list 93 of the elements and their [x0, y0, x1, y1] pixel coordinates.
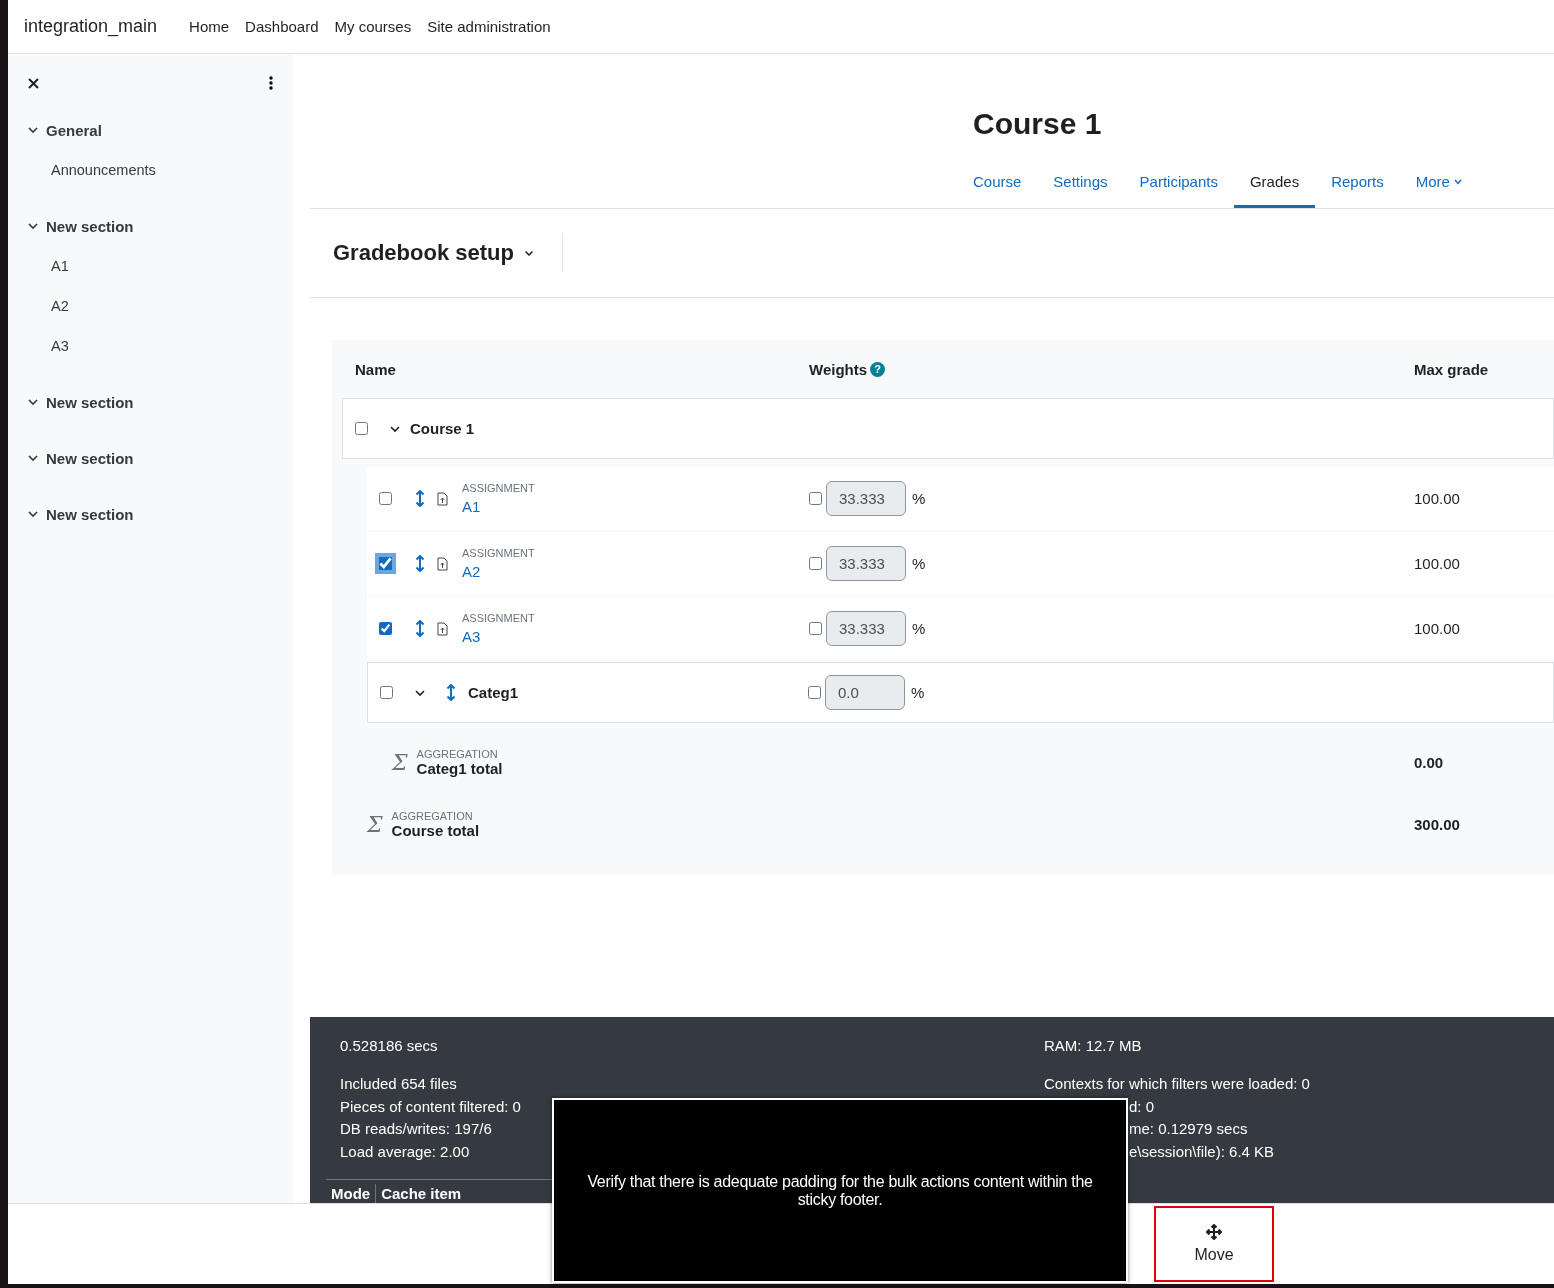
site-name[interactable]: integration_main — [24, 16, 158, 37]
weight-override-checkbox[interactable] — [808, 686, 821, 699]
footer-text: Contexts for which filters were loaded: 0 — [1044, 1074, 1311, 1094]
caret-icon — [523, 249, 534, 257]
tab[interactable]: Grades — [1233, 161, 1316, 208]
up-down-arrow-icon[interactable] — [446, 684, 456, 701]
chevron-down-icon[interactable] — [415, 687, 425, 698]
footer-text: Included 654 files — [340, 1074, 458, 1094]
section-title[interactable]: New section — [46, 449, 134, 467]
sidebar-item[interactable]: A1 — [51, 258, 69, 274]
footer-text: e\session\file): 6.4 KB — [1128, 1141, 1276, 1162]
weight-field[interactable]: 33.333 — [826, 611, 906, 646]
up-down-arrow-icon[interactable] — [415, 620, 425, 637]
percent-label: % — [912, 555, 926, 572]
gradebook-setup-dropdown[interactable]: Gradebook setup — [333, 234, 563, 272]
footer-text: DB reads/writes: 197/6 — [340, 1119, 493, 1139]
item-type-label: ASSIGNMENT — [462, 482, 535, 494]
item-link[interactable]: A2 — [462, 563, 535, 580]
section-title[interactable]: New section — [46, 217, 134, 235]
sigma-icon: Σ — [392, 749, 408, 775]
nav-link[interactable]: Home — [189, 18, 230, 35]
item-link[interactable]: A3 — [462, 628, 535, 645]
help-icon[interactable]: ? — [870, 361, 886, 377]
tab[interactable]: Participants — [1123, 161, 1234, 208]
max-grade: 100.00 — [1414, 555, 1461, 572]
total-name: Course total — [391, 821, 480, 839]
chevron-down-icon[interactable] — [28, 453, 38, 463]
checkbox[interactable] — [355, 422, 368, 435]
percent-label: % — [912, 620, 926, 637]
move-button[interactable]: Move — [1154, 1206, 1274, 1282]
item-link[interactable]: A1 — [462, 498, 535, 515]
kebab-menu-icon[interactable] — [269, 76, 273, 90]
item-type-label: AGGREGATION — [391, 809, 474, 822]
footer-text: 0.528186 secs — [340, 1035, 439, 1056]
chevron-down-icon[interactable] — [28, 397, 38, 407]
sidebar-item[interactable]: A2 — [51, 298, 69, 314]
tab[interactable]: Settings — [1037, 161, 1124, 208]
percent-label: % — [912, 490, 926, 507]
popup-message: Verify that there is adequate padding for the bulk actions content within the sticky footer. — [552, 1098, 1128, 1283]
tab[interactable]: More — [1399, 161, 1478, 208]
footer-text: RAM: 12.7 MB — [1044, 1035, 1143, 1056]
footer-text: Load average: 2.00 — [340, 1141, 471, 1162]
column-header: Name — [355, 360, 396, 378]
weight-override-checkbox[interactable] — [809, 492, 822, 505]
sidebar-item[interactable]: A3 — [51, 338, 69, 354]
item-type-label: ASSIGNMENT — [462, 612, 535, 624]
sigma-icon: Σ — [367, 811, 383, 837]
file-icon — [437, 621, 448, 636]
file-icon — [437, 491, 448, 506]
up-down-arrow-icon[interactable] — [415, 555, 425, 572]
weight-field[interactable]: 33.333 — [826, 481, 906, 516]
max-grade: 300.00 — [1414, 815, 1461, 833]
course-title: Course 1 — [973, 107, 1103, 141]
checkbox[interactable] — [380, 686, 393, 699]
column-header: Max grade — [1414, 360, 1489, 378]
chevron-down-icon[interactable] — [28, 509, 38, 519]
category-name: Categ1 — [468, 684, 519, 701]
weight-field[interactable]: 33.333 — [826, 546, 906, 581]
category-name: Course 1 — [410, 420, 475, 437]
section-title[interactable]: New section — [46, 505, 134, 523]
close-icon[interactable] — [28, 77, 39, 89]
footer-text: me: 0.12979 secs — [1128, 1119, 1249, 1139]
nav-link[interactable]: My courses — [334, 18, 412, 35]
total-name: Categ1 total — [416, 759, 503, 777]
chevron-down-icon[interactable] — [28, 125, 38, 135]
chevron-down-icon[interactable] — [390, 423, 400, 434]
checkbox[interactable] — [379, 492, 392, 505]
footer-text: d: 0 — [1128, 1096, 1156, 1117]
weight-override-checkbox[interactable] — [809, 557, 822, 570]
max-grade: 100.00 — [1414, 490, 1461, 507]
percent-label: % — [911, 684, 925, 701]
item-type-label: ASSIGNMENT — [462, 547, 535, 559]
checkbox[interactable] — [377, 555, 394, 572]
tab[interactable]: Reports — [1315, 161, 1400, 208]
section-title[interactable]: General — [46, 121, 102, 139]
max-grade: 0.00 — [1414, 753, 1445, 771]
item-type-label: AGGREGATION — [416, 747, 499, 760]
weight-field[interactable]: 0.0 — [825, 675, 905, 710]
move-icon — [1206, 1224, 1222, 1240]
column-header: Weights — [809, 360, 868, 378]
file-icon — [437, 556, 448, 571]
weight-override-checkbox[interactable] — [809, 622, 822, 635]
column-header: Cache item — [380, 1184, 463, 1204]
nav-link[interactable]: Site administration — [427, 18, 551, 35]
checkbox[interactable] — [379, 622, 392, 635]
section-title[interactable]: New section — [46, 393, 134, 411]
nav-link[interactable]: Dashboard — [245, 18, 319, 35]
up-down-arrow-icon[interactable] — [415, 490, 425, 507]
tab[interactable]: Course — [957, 161, 1038, 208]
sidebar-item[interactable]: Announcements — [51, 162, 156, 178]
chevron-down-icon[interactable] — [28, 221, 38, 231]
max-grade: 100.00 — [1414, 620, 1461, 637]
footer-text: Pieces of content filtered: 0 — [340, 1096, 522, 1117]
